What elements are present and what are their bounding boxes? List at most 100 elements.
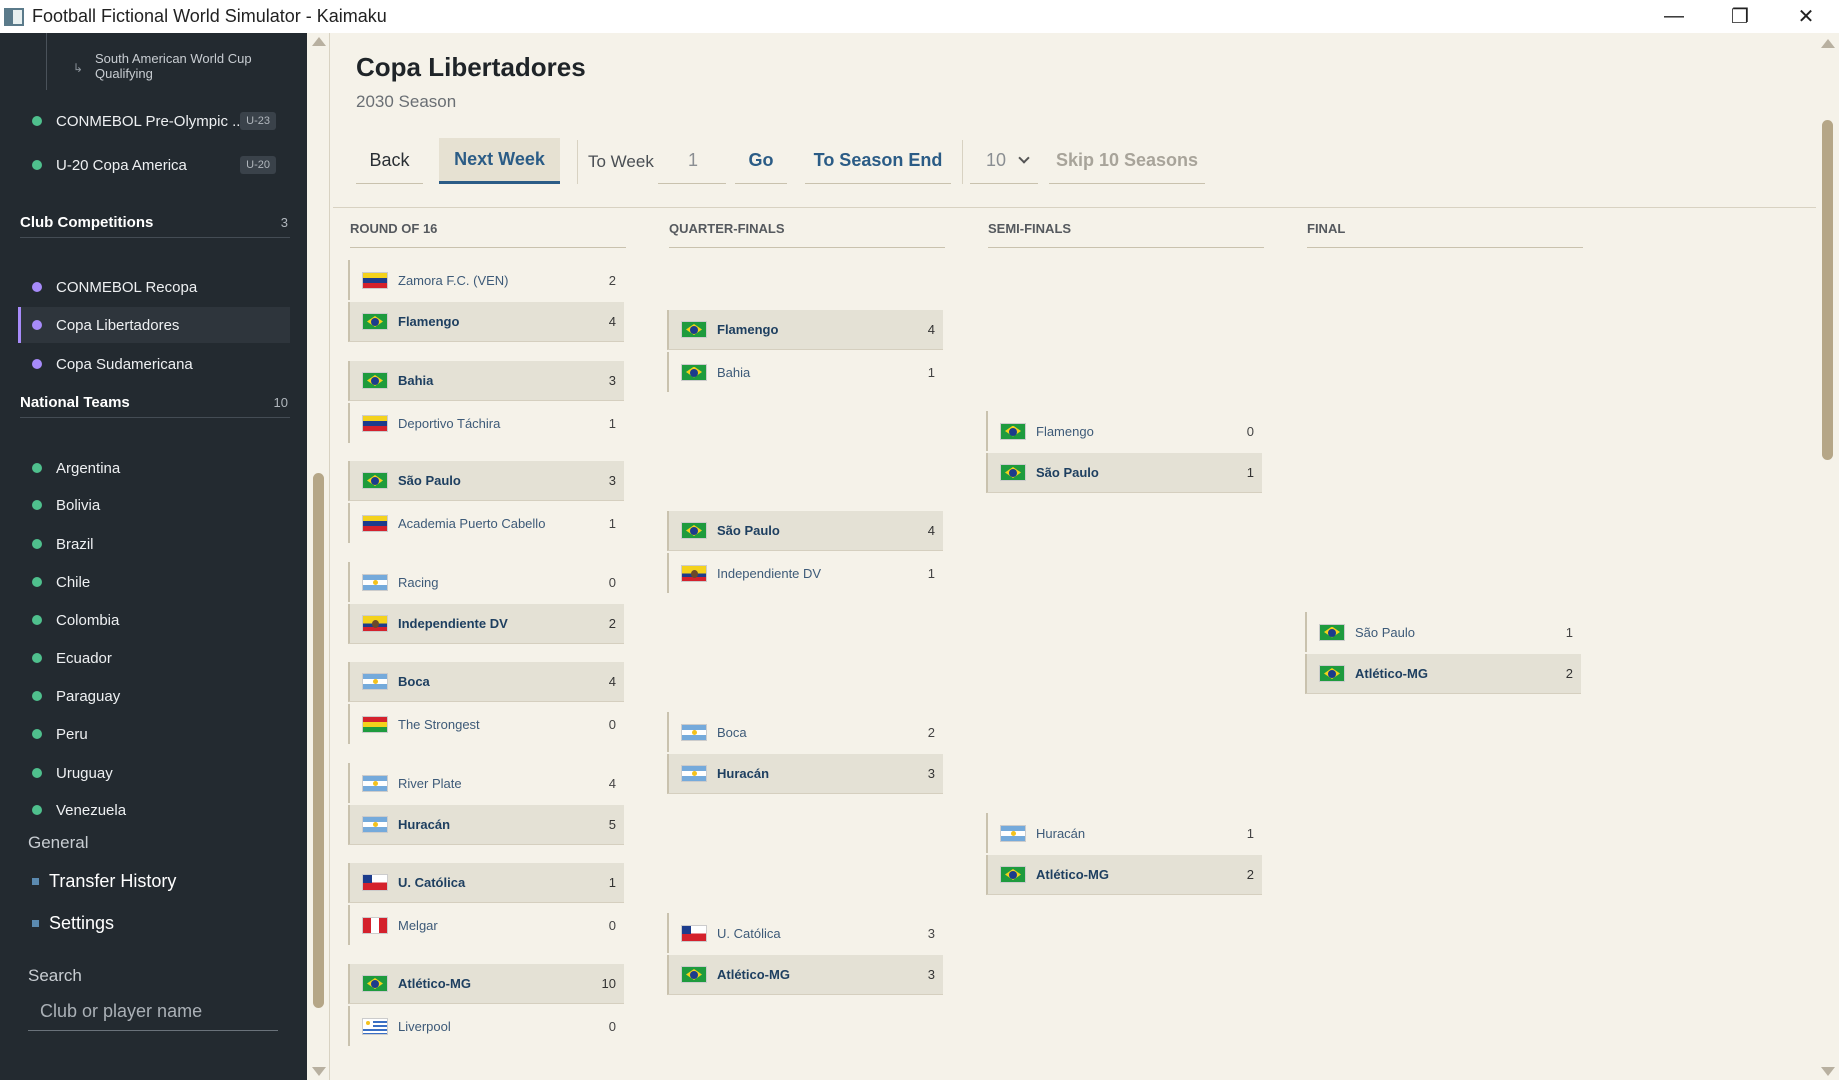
main-scrollbar[interactable]: [1816, 33, 1839, 1080]
match-team-row[interactable]: Academia Puerto Cabello 1: [348, 503, 624, 543]
match-team-row[interactable]: Flamengo 4: [667, 310, 943, 350]
flag-br-icon: [1000, 422, 1026, 440]
sidebar-item-bolivia[interactable]: Bolivia: [18, 487, 290, 523]
scroll-down-icon[interactable]: [312, 1067, 326, 1076]
section-count: 3: [280, 215, 288, 230]
match-team-row[interactable]: Huracán 1: [986, 813, 1262, 853]
sidebar-item-conmebol-recopa[interactable]: CONMEBOL Recopa: [18, 269, 290, 305]
team-score: 1: [608, 875, 616, 890]
sidebar-subitem-world-cup-qualifying[interactable]: ↳ South American World Cup Qualifying: [46, 33, 286, 90]
scroll-down-icon[interactable]: [1821, 1067, 1835, 1076]
team-score: 2: [1246, 867, 1254, 882]
flag-ve-icon: [362, 271, 388, 289]
sidebar-item-venezuela[interactable]: Venezuela: [18, 792, 290, 828]
team-score: 5: [608, 817, 616, 832]
sidebar-item-chile[interactable]: Chile: [18, 564, 290, 600]
team-name: Boca: [717, 724, 747, 740]
team-score: 4: [608, 314, 616, 329]
match-team-row[interactable]: Atlético-MG 3: [667, 955, 943, 995]
sidebar-item-uruguay[interactable]: Uruguay: [18, 755, 290, 791]
sidebar-item-label: Bolivia: [56, 496, 101, 514]
match-team-row[interactable]: Bahia 3: [348, 361, 624, 401]
sidebar-item-brazil[interactable]: Brazil: [18, 526, 290, 562]
sidebar-item-argentina[interactable]: Argentina: [18, 450, 290, 486]
sidebar-scrollbar[interactable]: [307, 33, 330, 1080]
restore-icon[interactable]: ❐: [1707, 0, 1773, 33]
match-team-row[interactable]: São Paulo 3: [348, 461, 624, 501]
to-season-end-button[interactable]: To Season End: [805, 138, 951, 184]
match-team-row[interactable]: Boca 2: [667, 712, 943, 752]
sidebar-item-label: CONMEBOL Recopa: [56, 278, 198, 296]
sidebar-item-peru[interactable]: Peru: [18, 716, 290, 752]
to-week-label: To Week: [588, 152, 654, 171]
sidebar-item-label: South American World Cup Qualifying: [95, 51, 252, 81]
go-button[interactable]: Go: [735, 138, 787, 184]
sidebar-item-label: Copa Sudamericana: [56, 355, 193, 373]
match-team-row[interactable]: U. Católica 1: [348, 863, 624, 903]
team-score: 1: [608, 515, 616, 531]
match-team-row[interactable]: São Paulo 4: [667, 511, 943, 551]
team-name: Atlético-MG: [1355, 666, 1428, 681]
match-team-row[interactable]: Atlético-MG 10: [348, 964, 624, 1004]
match-team-row[interactable]: Racing 0: [348, 562, 624, 602]
minimize-icon[interactable]: —: [1641, 0, 1707, 33]
flag-br-icon: [681, 363, 707, 381]
match-team-row[interactable]: Flamengo 4: [348, 302, 624, 342]
match-team-row[interactable]: U. Católica 3: [667, 913, 943, 953]
match-team-row[interactable]: Huracán 5: [348, 805, 624, 845]
team-score: 2: [1565, 666, 1573, 681]
transfer-history-link[interactable]: Transfer History: [32, 871, 176, 892]
match-team-row[interactable]: São Paulo 1: [1305, 612, 1581, 652]
sidebar-item-ecuador[interactable]: Ecuador: [18, 640, 290, 676]
scroll-thumb[interactable]: [1822, 120, 1833, 460]
week-input[interactable]: 1: [658, 138, 726, 184]
team-name: São Paulo: [1036, 465, 1099, 480]
scroll-up-icon[interactable]: [312, 37, 326, 46]
back-button[interactable]: Back: [356, 138, 423, 184]
sidebar-item-u20-copa-america[interactable]: U-20 Copa America U-20: [18, 147, 290, 183]
settings-link[interactable]: Settings: [32, 913, 114, 934]
scroll-up-icon[interactable]: [1821, 39, 1835, 48]
status-dot-icon: [32, 320, 42, 330]
age-badge: U-23: [240, 112, 276, 130]
match-team-row[interactable]: Flamengo 0: [986, 411, 1262, 451]
age-badge: U-20: [240, 156, 276, 174]
match-team-row[interactable]: Atlético-MG 2: [986, 855, 1262, 895]
match-team-row[interactable]: Deportivo Táchira 1: [348, 403, 624, 443]
sidebar-item-paraguay[interactable]: Paraguay: [18, 678, 290, 714]
flag-ar-icon: [362, 573, 388, 591]
skip-seasons-button[interactable]: Skip 10 Seasons: [1049, 138, 1205, 184]
window-title: Football Fictional World Simulator - Kai…: [32, 6, 387, 26]
round-header-semi-finals: SEMI-FINALS: [988, 221, 1264, 248]
match-team-row[interactable]: The Strongest 0: [348, 704, 624, 744]
skip-count-select[interactable]: 10: [970, 138, 1038, 184]
match-team-row[interactable]: Independiente DV 1: [667, 553, 943, 593]
match-team-row[interactable]: Independiente DV 2: [348, 604, 624, 644]
next-week-button[interactable]: Next Week: [439, 138, 560, 184]
match-team-row[interactable]: Liverpool 0: [348, 1006, 624, 1046]
status-dot-icon: [32, 615, 42, 625]
match-team-row[interactable]: Huracán 3: [667, 754, 943, 794]
sidebar-item-copa-sudamericana[interactable]: Copa Sudamericana: [18, 346, 290, 382]
round-header-final: FINAL: [1307, 221, 1583, 248]
match-team-row[interactable]: Boca 4: [348, 662, 624, 702]
sidebar-item-conmebol-pre-olympic[interactable]: CONMEBOL Pre-Olympic ... U-23: [18, 103, 290, 139]
team-name: Boca: [398, 674, 430, 689]
match-team-row[interactable]: Atlético-MG 2: [1305, 654, 1581, 694]
match-team-row[interactable]: River Plate 4: [348, 763, 624, 803]
flag-ec-icon: [362, 615, 388, 632]
scroll-thumb[interactable]: [313, 473, 324, 1008]
team-score: 1: [608, 415, 616, 431]
close-icon[interactable]: ✕: [1773, 0, 1839, 33]
team-name: Atlético-MG: [1036, 867, 1109, 882]
match-team-row[interactable]: Zamora F.C. (VEN) 2: [348, 260, 624, 300]
match-team-row[interactable]: Melgar 0: [348, 905, 624, 945]
match-team-row[interactable]: Bahia 1: [667, 352, 943, 392]
sidebar-item-label: Paraguay: [56, 687, 121, 705]
sidebar-item-copa-libertadores[interactable]: Copa Libertadores: [18, 307, 290, 343]
team-name: Liverpool: [398, 1018, 451, 1034]
sidebar-item-colombia[interactable]: Colombia: [18, 602, 290, 638]
match-team-row[interactable]: São Paulo 1: [986, 453, 1262, 493]
search-input[interactable]: Club or player name: [28, 997, 278, 1031]
team-name: Bahia: [717, 364, 751, 380]
